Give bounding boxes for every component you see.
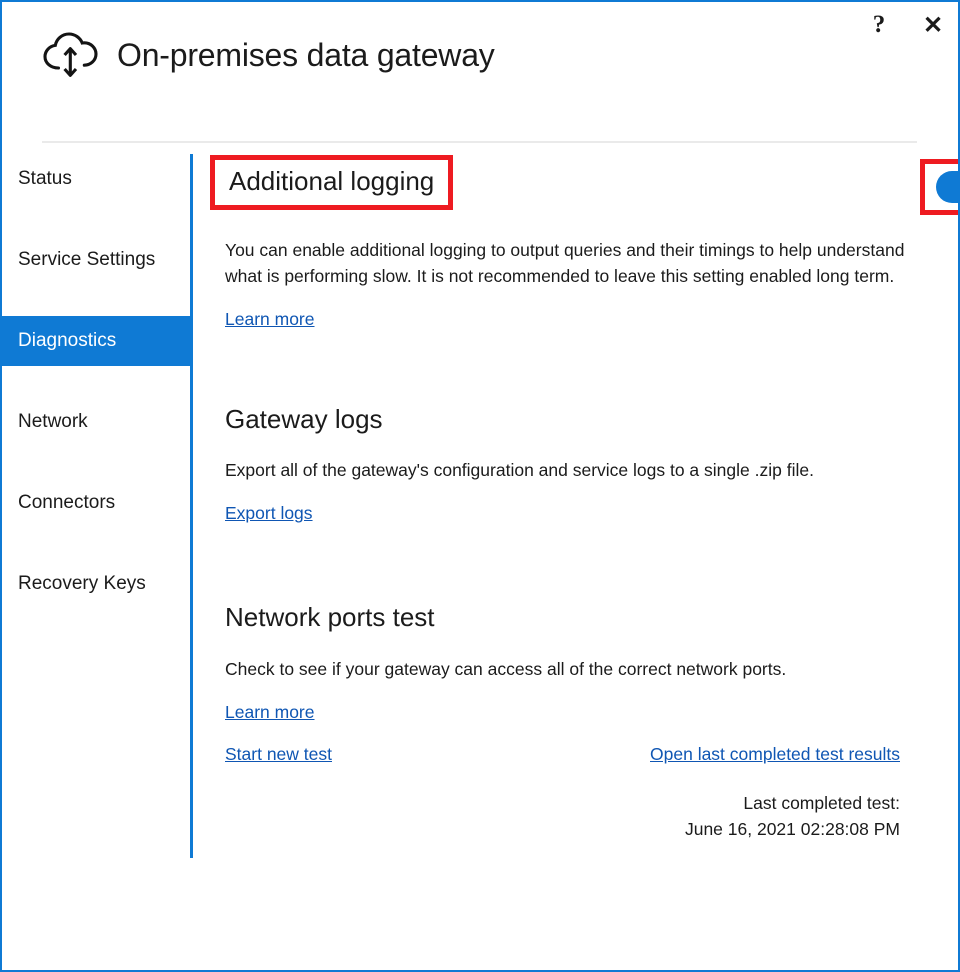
- main-content: Additional logging You can enable additi…: [225, 154, 915, 843]
- sidebar-item-label: Service Settings: [18, 249, 155, 271]
- learn-more-link-network[interactable]: Learn more: [225, 702, 315, 723]
- help-icon[interactable]: ?: [862, 8, 896, 42]
- title-bar: ? ✕ On-premises data gateway: [2, 2, 958, 130]
- export-logs-link[interactable]: Export logs: [225, 503, 313, 524]
- annotation-box-toggle: [920, 159, 960, 215]
- start-new-test-link[interactable]: Start new test: [225, 744, 332, 765]
- header-divider: [42, 141, 917, 143]
- additional-logging-header: Additional logging: [225, 158, 915, 210]
- section-gateway-logs: Gateway logs Export all of the gateway's…: [225, 403, 915, 525]
- section-additional-logging: Additional logging You can enable additi…: [225, 154, 915, 330]
- open-last-test-results-link[interactable]: Open last completed test results: [650, 744, 900, 765]
- sidebar-item-label: Status: [18, 168, 72, 190]
- last-completed-test-label: Last completed test:: [225, 790, 900, 816]
- section-description: You can enable additional logging to out…: [225, 237, 915, 290]
- sidebar-nav: Status Service Settings Diagnostics Netw…: [2, 154, 190, 858]
- brand: On-premises data gateway: [42, 30, 495, 80]
- section-description: Export all of the gateway's configuratio…: [225, 457, 915, 483]
- sidebar-item-label: Diagnostics: [18, 330, 116, 352]
- sidebar-item-label: Recovery Keys: [18, 573, 146, 595]
- section-title: Gateway logs: [225, 403, 383, 436]
- page-title: On-premises data gateway: [117, 37, 495, 74]
- sidebar-item-diagnostics[interactable]: Diagnostics: [2, 316, 190, 366]
- annotation-box-additional-logging-title: Additional logging: [210, 155, 453, 210]
- cloud-upload-download-icon: [42, 30, 98, 80]
- section-network-ports-test: Network ports test Check to see if your …: [225, 601, 915, 842]
- learn-more-link-logging[interactable]: Learn more: [225, 309, 315, 330]
- sidebar-divider: [190, 154, 193, 858]
- sidebar-item-network[interactable]: Network: [2, 397, 190, 447]
- section-description: Check to see if your gateway can access …: [225, 656, 915, 682]
- sidebar-item-status[interactable]: Status: [2, 154, 190, 204]
- sidebar-item-service-settings[interactable]: Service Settings: [2, 235, 190, 285]
- section-title: Additional logging: [229, 165, 434, 198]
- section-title: Network ports test: [225, 601, 435, 634]
- close-icon[interactable]: ✕: [916, 8, 950, 42]
- sidebar-item-connectors[interactable]: Connectors: [2, 478, 190, 528]
- additional-logging-toggle[interactable]: [936, 171, 960, 203]
- sidebar-item-label: Network: [18, 411, 88, 433]
- network-test-actions: Start new test Open last completed test …: [225, 744, 900, 765]
- sidebar-item-recovery-keys[interactable]: Recovery Keys: [2, 559, 190, 609]
- last-completed-test-value: June 16, 2021 02:28:08 PM: [225, 816, 900, 842]
- window-controls: ? ✕: [862, 8, 950, 42]
- footer-actions: Apply Close: [2, 858, 958, 970]
- sidebar-item-label: Connectors: [18, 492, 115, 514]
- last-completed-test: Last completed test: June 16, 2021 02:28…: [225, 790, 900, 843]
- gateway-window: ? ✕ On-premises data gateway Status Serv…: [0, 0, 960, 972]
